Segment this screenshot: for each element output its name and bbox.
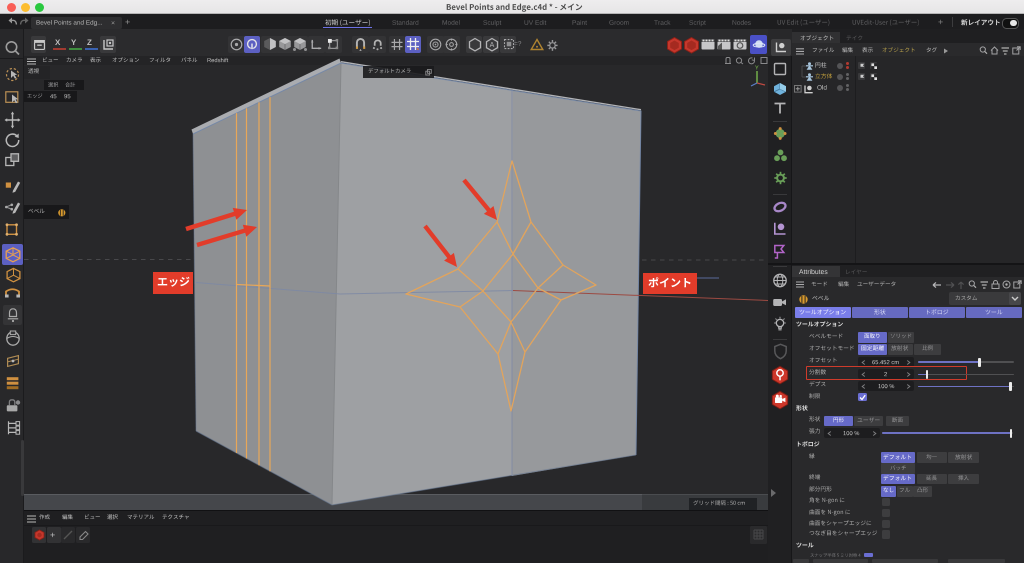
- svg-text:Y: Y: [755, 66, 759, 72]
- svg-text:A: A: [489, 42, 494, 49]
